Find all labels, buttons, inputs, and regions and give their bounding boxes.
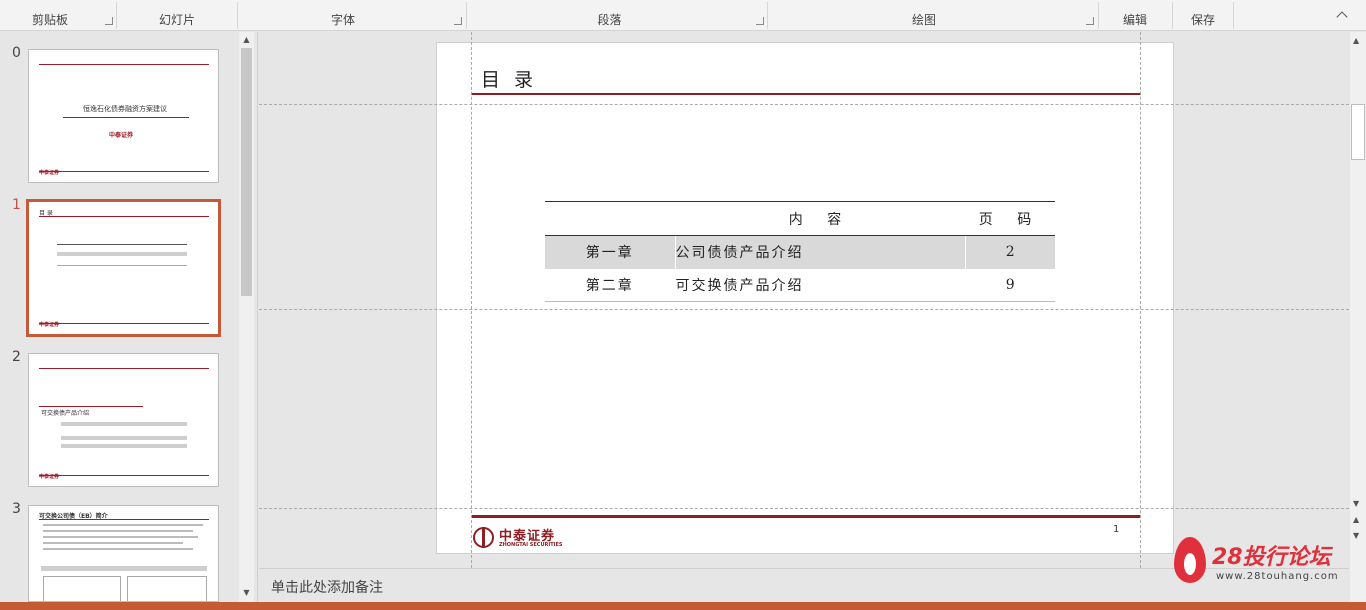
thumbnail-text-line <box>43 536 198 538</box>
thumbnail-title: 可交换债产品介绍 <box>41 410 90 417</box>
thumbnail-rule <box>39 64 209 65</box>
thumbnail-footer-logo: 中泰证券 <box>39 322 60 328</box>
company-logo: 中泰证券 ZHONGTAI SECURITIES <box>473 525 563 551</box>
scroll-up-icon[interactable]: ▲ <box>241 34 252 45</box>
thumbnail-rule <box>39 519 209 520</box>
slide-thumbnail-1[interactable]: 目 录 中泰证券 <box>26 199 221 337</box>
thumbnail-box <box>43 576 121 601</box>
toc-header-content: 内 容 <box>675 201 965 236</box>
thumbnail-scrollbar[interactable]: ▲ ▼ <box>239 32 254 602</box>
thumbnail-pane: 0 恒逸石化债券融资方案建议 中泰证券 中泰证券 1 目 录 中泰证券 2 可交… <box>0 32 258 602</box>
guide-line-horizontal[interactable] <box>259 104 1349 105</box>
thumbnail-box <box>127 576 207 601</box>
toc-name: 可交换债产品介绍 <box>674 268 965 302</box>
thumbnail-rule <box>39 323 209 324</box>
logo-mark-icon <box>473 527 494 548</box>
thumbnail-rule <box>39 216 209 217</box>
guide-line-vertical[interactable] <box>1140 32 1141 568</box>
watermark: 28投行论坛 www.28touhang.com <box>1172 535 1342 587</box>
thumbnail-number: 3 <box>12 501 21 517</box>
thumbnail-rule <box>39 171 209 172</box>
thumbnail-logo: 中泰证券 <box>109 132 134 139</box>
thumbnail-text-line <box>43 524 203 526</box>
scroll-up-icon[interactable]: ▲ <box>1353 36 1359 45</box>
ribbon: 剪贴板 幻灯片 字体 段落 绘图 编辑 保存 <box>0 0 1366 31</box>
title-rule <box>471 93 1141 95</box>
thumbnail-footer-logo: 中泰证券 <box>39 170 60 176</box>
guide-line-horizontal[interactable] <box>259 309 1349 310</box>
previous-slide-icon[interactable]: ▲ <box>1353 515 1359 524</box>
table-row: 第一章 公司债债产品介绍 2 <box>545 235 1055 269</box>
guide-line-horizontal[interactable] <box>259 508 1349 509</box>
toc-chapter: 第二章 <box>545 268 675 302</box>
thumbnail-table-rule <box>57 265 187 266</box>
flame-logo-icon <box>1174 537 1206 583</box>
slide-scrollbar[interactable]: ▲ ▼ ▲ ▼ <box>1350 32 1366 602</box>
notes-placeholder[interactable]: 单击此处添加备注 <box>271 577 383 597</box>
drawing-launcher-icon[interactable] <box>1086 17 1094 25</box>
ribbon-group-save: 保存 <box>1190 13 1215 27</box>
thumbnail-title: 恒逸石化债券融资方案建议 <box>83 105 167 113</box>
ribbon-group-drawing: 绘图 <box>911 13 936 27</box>
footer-rule <box>471 515 1141 518</box>
slide-page-number: 1 <box>1113 524 1120 535</box>
thumbnail-table-row <box>61 436 187 440</box>
slide-canvas[interactable]: 目 录 内 容 页 码 第一章 公司债债产品介绍 2 第二章 可交换债产品介绍 <box>436 42 1174 554</box>
thumbnail-text-line <box>43 530 193 532</box>
toc-page: 2 <box>964 235 1055 269</box>
thumbnail-number: 2 <box>12 349 21 365</box>
status-bar <box>0 602 1366 610</box>
logo-text-en: ZHONGTAI SECURITIES <box>499 542 563 548</box>
thumbnail-text-line <box>43 542 183 544</box>
toc-table[interactable]: 内 容 页 码 第一章 公司债债产品介绍 2 第二章 可交换债产品介绍 9 <box>545 201 1055 302</box>
thumbnail-table-rule <box>57 244 187 245</box>
clipboard-launcher-icon[interactable] <box>105 17 113 25</box>
slide-thumbnail-3[interactable]: 可交换公司债（EB）简介 <box>28 505 219 602</box>
slide-thumbnail-2[interactable]: 可交换债产品介绍 中泰证券 <box>28 353 219 487</box>
thumbnail-footer-logo: 中泰证券 <box>39 474 60 480</box>
thumbnail-text-line <box>43 548 193 550</box>
toc-header-chapter <box>545 201 675 236</box>
thumbnail-rule <box>39 406 143 407</box>
paragraph-launcher-icon[interactable] <box>756 17 764 25</box>
table-row: 第二章 可交换债产品介绍 9 <box>545 268 1055 302</box>
thumbnail-rule <box>39 368 209 369</box>
toc-name: 公司债债产品介绍 <box>674 235 965 269</box>
next-slide-icon[interactable]: ▼ <box>1353 531 1359 540</box>
thumbnail-rule <box>39 475 209 476</box>
scroll-thumb[interactable] <box>1351 104 1365 160</box>
thumbnail-number: 1 <box>12 197 21 213</box>
collapse-ribbon-icon[interactable] <box>1336 11 1348 23</box>
thumbnail-table-row <box>57 252 187 256</box>
thumbnail-rule <box>63 117 189 118</box>
ribbon-group-paragraph: 段落 <box>597 13 622 27</box>
toc-header-row: 内 容 页 码 <box>545 201 1055 236</box>
guide-line-vertical[interactable] <box>471 32 472 568</box>
slide-thumbnail-0[interactable]: 恒逸石化债券融资方案建议 中泰证券 中泰证券 <box>28 49 219 183</box>
ribbon-group-slides: 幻灯片 <box>158 13 195 27</box>
font-launcher-icon[interactable] <box>454 17 462 25</box>
watermark-url: www.28touhang.com <box>1216 571 1339 582</box>
scroll-thumb[interactable] <box>241 48 252 296</box>
toc-header-page: 页 码 <box>965 201 1055 236</box>
slide-editor: 目 录 内 容 页 码 第一章 公司债债产品介绍 2 第二章 可交换债产品介绍 <box>259 32 1349 568</box>
watermark-brand: 28投行论坛 <box>1212 545 1331 570</box>
ribbon-group-editing: 编辑 <box>1122 13 1147 27</box>
thumbnail-table-row <box>61 422 187 426</box>
thumbnail-table-row <box>41 566 207 571</box>
scroll-down-icon[interactable]: ▼ <box>1353 499 1359 508</box>
ribbon-separator <box>1233 2 1234 29</box>
scroll-down-icon[interactable]: ▼ <box>241 587 252 598</box>
ribbon-group-font: 字体 <box>330 13 355 27</box>
thumbnail-table-row <box>61 444 187 448</box>
toc-page: 9 <box>964 268 1055 302</box>
ribbon-group-clipboard: 剪贴板 <box>31 13 68 27</box>
slide-title[interactable]: 目 录 <box>481 65 537 92</box>
thumbnail-number: 0 <box>12 45 21 61</box>
toc-chapter: 第一章 <box>545 235 675 269</box>
